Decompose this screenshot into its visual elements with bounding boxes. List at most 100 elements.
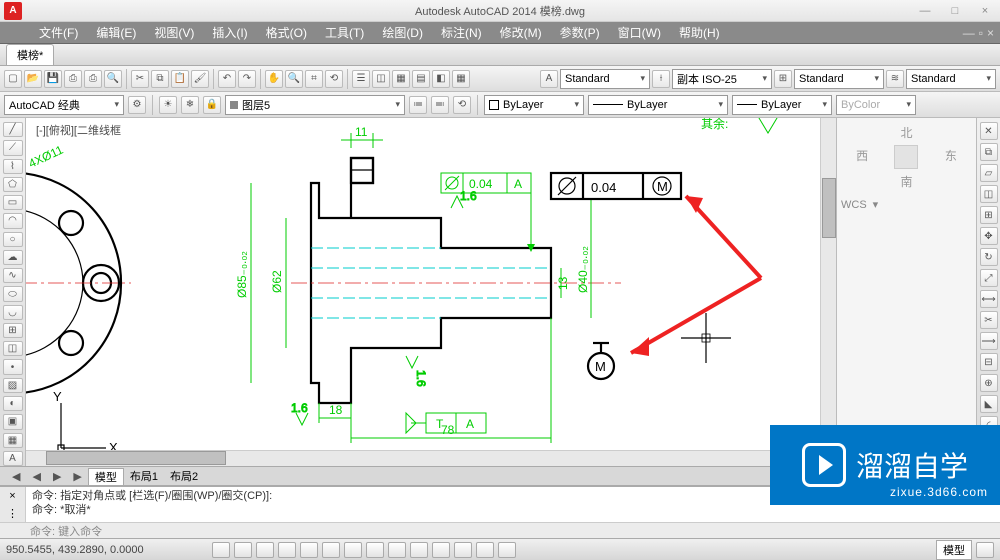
menu-window[interactable]: 窗口(W) (609, 24, 670, 41)
table-icon[interactable]: ▦ (3, 433, 23, 448)
hatch-icon[interactable]: ▨ (3, 378, 23, 393)
open-icon[interactable]: 📂 (24, 70, 42, 88)
match-icon[interactable]: 🖌 (191, 70, 209, 88)
zoom-prev-icon[interactable]: ⟲ (325, 70, 343, 88)
stretch-icon[interactable]: ⟷ (980, 290, 998, 308)
am-toggle[interactable] (498, 542, 516, 558)
offset-icon[interactable]: ◫ (980, 185, 998, 203)
rotate-icon[interactable]: ↻ (980, 248, 998, 266)
save-icon[interactable]: 💾 (44, 70, 62, 88)
tpy-toggle[interactable] (432, 542, 450, 558)
layer-lock-icon[interactable]: 🔒 (203, 96, 221, 114)
layer-tools-icon[interactable]: ≔ (409, 96, 427, 114)
viewcube[interactable]: 北 西东 南 (841, 122, 972, 192)
doc-tab-active[interactable]: 模榜* (6, 44, 54, 65)
trim-icon[interactable]: ✂ (980, 311, 998, 329)
menu-edit[interactable]: 编辑(E) (87, 24, 145, 41)
rectangle-icon[interactable]: ▭ (3, 195, 23, 210)
ellipsearc-icon[interactable]: ◡ (3, 305, 23, 320)
otrack-toggle[interactable] (344, 542, 362, 558)
table-style-combo[interactable]: Standard (794, 69, 884, 89)
color-combo[interactable]: ByLayer (484, 95, 584, 115)
menu-modify[interactable]: 修改(M) (491, 24, 551, 41)
properties-icon[interactable]: ☰ (352, 70, 370, 88)
cmd-handle-icon[interactable]: ⋮ (7, 507, 18, 520)
scale-icon[interactable]: ⤢ (980, 269, 998, 287)
mtext-icon[interactable]: A (3, 451, 23, 466)
insert-icon[interactable]: ⊞ (3, 323, 23, 338)
markup-icon[interactable]: ◧ (432, 70, 450, 88)
ellipse-icon[interactable]: ⬭ (3, 286, 23, 301)
copy-icon[interactable]: ⧉ (151, 70, 169, 88)
tab-nav-next[interactable]: ▶ (47, 470, 67, 483)
move-icon[interactable]: ✥ (980, 227, 998, 245)
polygon-icon[interactable]: ⬠ (3, 177, 23, 192)
revcloud-icon[interactable]: ☁ (3, 250, 23, 265)
extend-icon[interactable]: ⟶ (980, 332, 998, 350)
plotstyle-combo[interactable]: ByColor (836, 95, 916, 115)
region-icon[interactable]: ▣ (3, 414, 23, 429)
paste-icon[interactable]: 📋 (171, 70, 189, 88)
polar-toggle[interactable] (278, 542, 296, 558)
new-icon[interactable]: ▢ (4, 70, 22, 88)
array-icon[interactable]: ⊞ (980, 206, 998, 224)
pline-icon[interactable]: ⌇ (3, 159, 23, 174)
3dosnap-toggle[interactable] (322, 542, 340, 558)
text-style-combo[interactable]: Standard (560, 69, 650, 89)
qp-toggle[interactable] (454, 542, 472, 558)
linetype-combo[interactable]: ByLayer (588, 95, 728, 115)
ml-style-combo[interactable]: Standard (906, 69, 996, 89)
menu-dim[interactable]: 标注(N) (432, 24, 491, 41)
layer-prev-icon[interactable]: ⟲ (453, 96, 471, 114)
chamfer-icon[interactable]: ◣ (980, 395, 998, 413)
redo-icon[interactable]: ↷ (238, 70, 256, 88)
tab-nav-first[interactable]: ◀ (6, 470, 26, 483)
tab-model[interactable]: 模型 (88, 468, 124, 485)
dim-style-combo[interactable]: 副本 ISO-25 (672, 69, 772, 89)
zoom-window-icon[interactable]: ⌗ (305, 70, 323, 88)
menu-draw[interactable]: 绘图(D) (373, 24, 432, 41)
ortho-toggle[interactable] (256, 542, 274, 558)
pan-icon[interactable]: ✋ (265, 70, 283, 88)
doc-min[interactable]: — (963, 26, 975, 40)
saveas-icon[interactable]: ⎙ (64, 70, 82, 88)
tab-layout2[interactable]: 布局2 (164, 468, 204, 484)
mlstyle-icon[interactable]: ≋ (886, 70, 904, 88)
gradient-icon[interactable]: ◐ (3, 396, 23, 411)
calc-icon[interactable]: ▦ (452, 70, 470, 88)
osnap-toggle[interactable] (300, 542, 318, 558)
mirror-icon[interactable]: ▱ (980, 164, 998, 182)
maximize-button[interactable]: □ (940, 5, 970, 17)
join-icon[interactable]: ⊕ (980, 374, 998, 392)
tab-nav-prev[interactable]: ◀ (26, 470, 46, 483)
drawing-canvas[interactable]: [-][俯视][二维线框 Y X 4XØ11 (26, 118, 836, 466)
dimstyle-icon[interactable]: ⟊ (652, 70, 670, 88)
workspace-combo[interactable]: AutoCAD 经典 (4, 95, 124, 115)
cmd-prompt[interactable]: 命令: 键入命令 (30, 523, 102, 539)
layer-iso-icon[interactable]: ≕ (431, 96, 449, 114)
grid-toggle[interactable] (234, 542, 252, 558)
tab-layout1[interactable]: 布局1 (124, 468, 164, 484)
point-icon[interactable]: • (3, 359, 23, 374)
menu-insert[interactable]: 插入(I) (203, 24, 256, 41)
break-icon[interactable]: ⊟ (980, 353, 998, 371)
horizontal-scrollbar[interactable] (26, 450, 820, 466)
wcs-label[interactable]: WCS▾ (841, 198, 972, 211)
ducs-toggle[interactable] (366, 542, 384, 558)
arc-icon[interactable]: ◠ (3, 213, 23, 228)
textstyle-icon[interactable]: A (540, 70, 558, 88)
ws-gear-icon[interactable]: ⚙ (128, 96, 146, 114)
spline-icon[interactable]: ∿ (3, 268, 23, 283)
cut-icon[interactable]: ✂ (131, 70, 149, 88)
menu-help[interactable]: 帮助(H) (670, 24, 729, 41)
undo-icon[interactable]: ↶ (218, 70, 236, 88)
tab-nav-last[interactable]: ▶ (67, 470, 87, 483)
lwt-toggle[interactable] (410, 542, 428, 558)
lineweight-combo[interactable]: ByLayer (732, 95, 832, 115)
doc-max[interactable]: ▫ (979, 26, 983, 40)
circle-icon[interactable]: ○ (3, 232, 23, 247)
menu-tools[interactable]: 工具(T) (316, 24, 373, 41)
close-button[interactable]: × (970, 5, 1000, 17)
model-space-button[interactable]: 模型 (936, 540, 972, 560)
sc-toggle[interactable] (476, 542, 494, 558)
